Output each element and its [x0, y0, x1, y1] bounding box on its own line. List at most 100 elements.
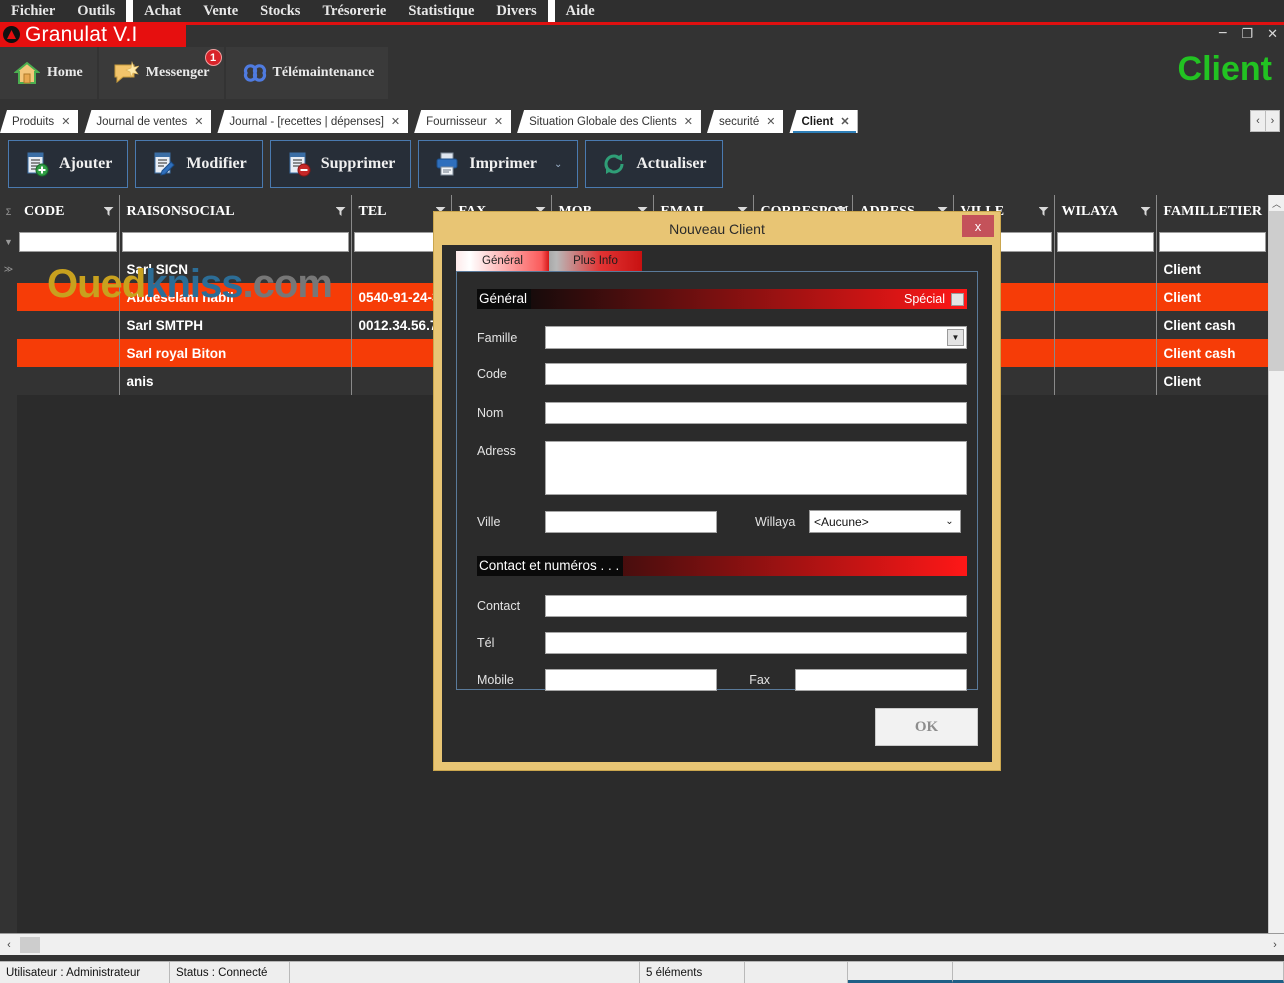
column-header-raisonsocial[interactable]: RAISONSOCIAL: [119, 195, 352, 229]
minimize-icon[interactable]: −: [1218, 26, 1227, 42]
menu-item-vente[interactable]: Vente: [192, 0, 249, 22]
tab-close-icon[interactable]: ✕: [61, 115, 70, 128]
dialog-tab-plus-info[interactable]: Plus Info: [549, 251, 642, 271]
scroll-left-icon[interactable]: ‹: [0, 935, 18, 955]
contact-input[interactable]: [545, 595, 967, 617]
document-add-icon: [24, 151, 50, 177]
tab-journal-recettes-depenses[interactable]: Journal - [recettes | dépenses] ✕: [217, 110, 409, 133]
label-mobile: Mobile: [477, 673, 514, 687]
menu-item-statistique[interactable]: Statistique: [397, 0, 485, 22]
field-row-nom: Nom: [477, 402, 967, 424]
scroll-up-icon[interactable]: ︿: [1269, 195, 1284, 211]
nom-input[interactable]: [545, 402, 967, 424]
grid-horizontal-scrollbar[interactable]: ‹ ›: [0, 933, 1284, 955]
close-icon[interactable]: ✕: [1267, 27, 1278, 40]
restore-icon[interactable]: ❐: [1241, 27, 1253, 40]
filter-input-familletier[interactable]: [1158, 232, 1266, 252]
section-header-general: Général Spécial: [477, 289, 967, 309]
delete-button[interactable]: Supprimer: [269, 140, 412, 188]
vertical-scroll-thumb[interactable]: [1269, 211, 1284, 371]
cell-wilaya: [1054, 255, 1157, 283]
cell-familletier: Client: [1156, 367, 1268, 395]
tab-close-icon[interactable]: ✕: [840, 115, 849, 128]
tab-close-icon[interactable]: ✕: [391, 115, 400, 128]
cell-familletier: Client: [1156, 283, 1268, 311]
quickbar-item-telemaintenance[interactable]: Télémaintenance: [225, 47, 389, 99]
code-input[interactable]: [545, 363, 967, 385]
tab-securite[interactable]: securité ✕: [706, 110, 784, 133]
section-title-general: Général: [477, 289, 532, 309]
tab-close-icon[interactable]: ✕: [684, 115, 693, 128]
quickbar-item-messenger[interactable]: Messenger 1: [98, 47, 224, 99]
fax-input[interactable]: [795, 669, 967, 691]
dialog-title: Nouveau Client: [669, 220, 765, 237]
tel-input[interactable]: [545, 632, 967, 654]
tab-client[interactable]: Client ✕: [789, 110, 858, 133]
special-checkbox[interactable]: [951, 292, 964, 306]
menu-item-achat[interactable]: Achat: [133, 0, 192, 22]
tab-journal-de-ventes[interactable]: Journal de ventes ✕: [84, 110, 212, 133]
filter-cell-code[interactable]: [17, 229, 120, 255]
dialog-close-button[interactable]: x: [962, 215, 994, 237]
dialog-title-bar: Nouveau Client x: [434, 212, 1000, 245]
menu-item-tresorerie[interactable]: Trésorerie: [311, 0, 397, 22]
tab-close-icon[interactable]: ✕: [494, 115, 503, 128]
ok-button[interactable]: OK: [875, 708, 978, 746]
famille-combobox[interactable]: ▼: [545, 326, 967, 349]
label-code: Code: [477, 367, 507, 381]
ville-input[interactable]: [545, 510, 717, 533]
cell-familletier: Client cash: [1156, 339, 1268, 367]
tab-situation-globale-des-clients[interactable]: Situation Globale des Clients ✕: [517, 110, 701, 133]
filter-input-code[interactable]: [19, 232, 117, 252]
scroll-right-icon[interactable]: ›: [1266, 935, 1284, 955]
filter-cell-raisonsocial[interactable]: [119, 229, 352, 255]
tab-fournisseur[interactable]: Fournisseur ✕: [414, 110, 512, 133]
dialog-tab-general[interactable]: Général: [456, 251, 549, 271]
horizontal-scroll-track[interactable]: [40, 935, 1266, 955]
filter-icon[interactable]: [1140, 207, 1151, 216]
tab-close-icon[interactable]: ✕: [766, 115, 775, 128]
print-button[interactable]: Imprimer ⌄: [418, 140, 579, 188]
menu-item-divers[interactable]: Divers: [485, 0, 547, 22]
label-tel: Tél: [477, 636, 495, 650]
tab-produits[interactable]: Produits ✕: [0, 110, 79, 133]
horizontal-scroll-thumb[interactable]: [20, 936, 40, 953]
gutter-current-row-icon: ≫: [3, 263, 14, 274]
filter-icon[interactable]: [1038, 207, 1049, 216]
chevron-down-icon[interactable]: ⌄: [554, 159, 562, 170]
menu-item-fichier[interactable]: Fichier: [0, 0, 66, 22]
tab-nav-prev-icon[interactable]: ‹: [1251, 111, 1265, 131]
adress-textarea[interactable]: [545, 441, 967, 495]
filter-cell-familletier[interactable]: [1156, 229, 1268, 255]
cell-wilaya: [1054, 367, 1157, 395]
edit-button[interactable]: Modifier: [135, 140, 263, 188]
quickbar-item-home[interactable]: Home: [0, 47, 97, 99]
filter-icon[interactable]: [103, 207, 114, 216]
cell-raisonsocial: Sarl SMTPH: [119, 311, 352, 339]
document-tabs: Produits ✕ Journal de ventes ✕ Journal -…: [0, 108, 1284, 133]
add-button-label: Ajouter: [59, 155, 113, 172]
filter-icon[interactable]: [335, 207, 346, 216]
status-connection: Status : Connecté: [170, 962, 290, 983]
chevron-down-icon[interactable]: ⌄: [941, 513, 958, 530]
menu-item-aide[interactable]: Aide: [555, 0, 606, 22]
filter-cell-wilaya[interactable]: [1054, 229, 1157, 255]
mobile-input[interactable]: [545, 669, 717, 691]
gutter-sum-icon[interactable]: Σ: [0, 195, 17, 229]
add-button[interactable]: Ajouter: [8, 140, 129, 188]
willaya-select[interactable]: <Aucune> ⌄: [809, 510, 961, 533]
column-header-familletier[interactable]: FAMILLETIER: [1156, 195, 1268, 229]
column-header-wilaya[interactable]: WILAYA: [1054, 195, 1157, 229]
filter-input-raisonsocial[interactable]: [121, 232, 349, 252]
tab-nav-next-icon[interactable]: ›: [1265, 111, 1279, 131]
gutter-filter-icon[interactable]: ▼: [0, 229, 17, 255]
grid-vertical-scrollbar[interactable]: ︿: [1268, 195, 1284, 940]
menu-item-outils[interactable]: Outils: [66, 0, 126, 22]
field-row-code: Code: [477, 363, 967, 385]
refresh-button[interactable]: Actualiser: [585, 140, 723, 188]
tab-close-icon[interactable]: ✕: [194, 115, 203, 128]
menu-item-stocks[interactable]: Stocks: [249, 0, 311, 22]
column-header-code[interactable]: CODE: [17, 195, 120, 229]
filter-input-wilaya[interactable]: [1056, 232, 1154, 252]
chevron-down-icon[interactable]: ▼: [947, 329, 964, 346]
